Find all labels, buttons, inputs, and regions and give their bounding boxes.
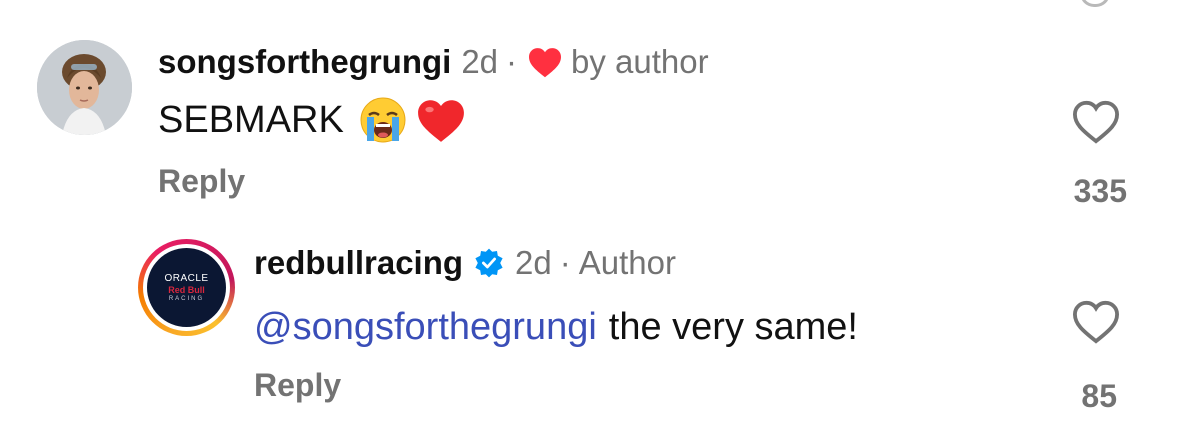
username[interactable]: redbullracing [254, 244, 463, 282]
loudly-crying-face-icon [358, 95, 408, 145]
comment-header: songsforthegrungi 2d · by author [158, 40, 709, 84]
comment-body: SEBMARK [158, 98, 344, 141]
logo-text-racing: RACING [168, 296, 205, 302]
reply-button[interactable]: Reply [254, 367, 341, 404]
like-count: 335 [1073, 173, 1127, 209]
timestamp: 2d [461, 43, 499, 80]
oracle-red-bull-racing-logo-icon: ORACLE Red Bull RACING [147, 248, 226, 327]
comment-text: @songsforthegrungi the very same! [254, 302, 858, 352]
heart-outline-icon [1072, 100, 1120, 144]
like-button[interactable] [1071, 99, 1121, 145]
comment-header: redbullracing 2d · Author [254, 244, 676, 282]
like-button[interactable] [1071, 299, 1121, 345]
heart-icon [527, 46, 563, 78]
avatar[interactable]: ORACLE Red Bull RACING [138, 239, 235, 336]
logo-text-oracle: ORACLE [164, 273, 209, 284]
timestamp: 2d [515, 244, 552, 281]
comment-text: SEBMARK [158, 92, 466, 148]
user-photo-icon [37, 40, 132, 135]
author-badge: Author [578, 244, 676, 281]
verified-badge-icon [473, 247, 505, 279]
comment-thread: songsforthegrungi 2d · by author SEBMARK [0, 0, 1179, 431]
reply-button[interactable]: Reply [158, 163, 245, 200]
avatar[interactable] [37, 40, 132, 135]
username[interactable]: songsforthegrungi [158, 43, 451, 81]
logo-text-redbull: Red Bull [168, 285, 205, 295]
mention-link[interactable]: @songsforthegrungi [254, 306, 597, 349]
comment: songsforthegrungi 2d · by author SEBMARK [0, 0, 1179, 220]
liked-by-author-label: by author [571, 43, 709, 80]
separator: · [559, 244, 571, 281]
heart-outline-icon [1072, 300, 1120, 344]
red-heart-icon [416, 97, 466, 143]
separator: · [506, 43, 518, 80]
comment-body: the very same! [608, 305, 858, 348]
like-count: 85 [1081, 378, 1117, 414]
